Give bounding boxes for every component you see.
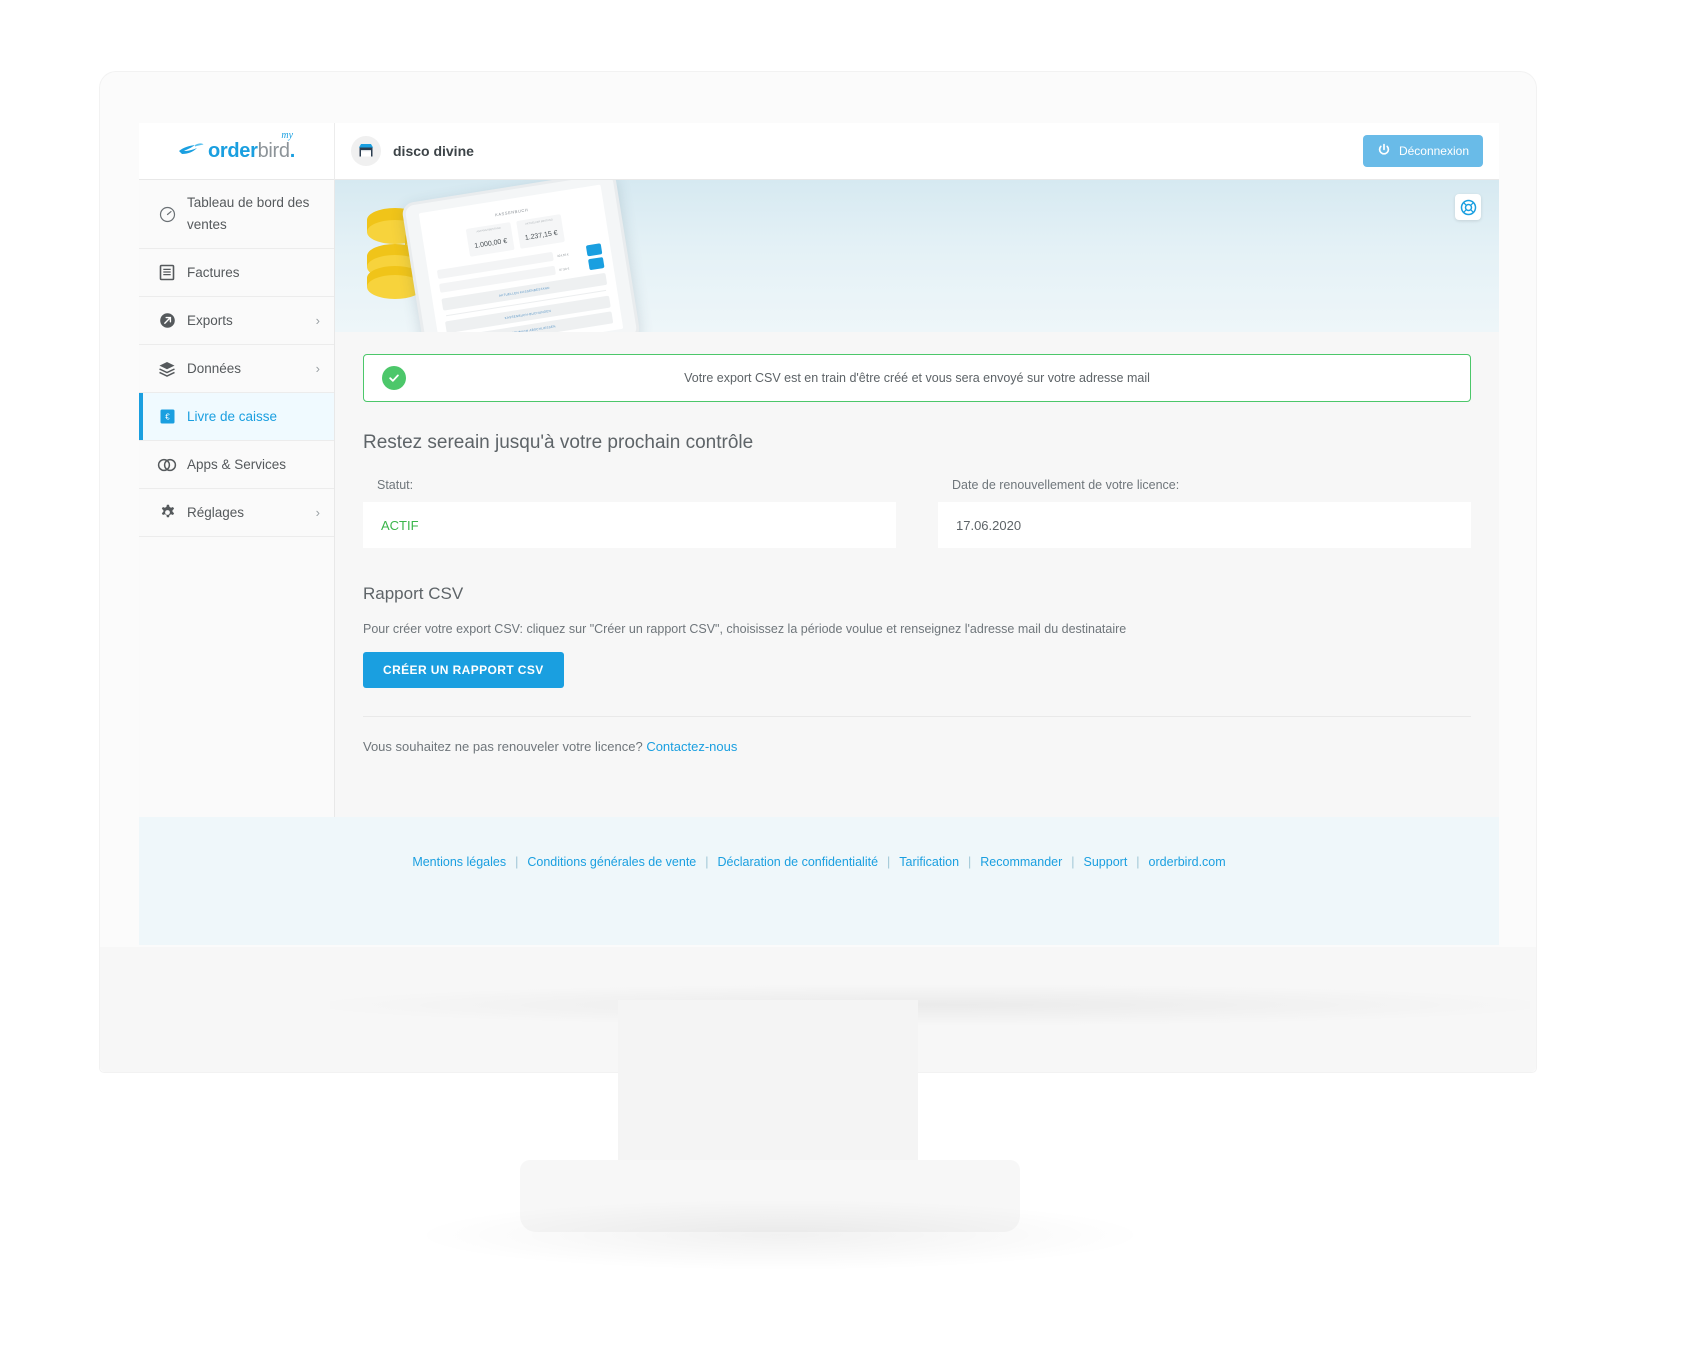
export-arrow-icon [157, 311, 177, 331]
hero-banner: KASSENBUCH ANFANGSBESTAND 1.000,00 € AKT… [335, 180, 1499, 332]
main-panel: Votre export CSV est en train d'être cré… [335, 332, 1499, 754]
svg-text:€: € [165, 412, 170, 421]
chevron-right-icon: › [315, 313, 320, 328]
sidebar-item-livre-de-caisse[interactable]: € Livre de caisse [139, 393, 334, 441]
stand-shadow [420, 1200, 1140, 1270]
sidebar-item-label: Données [187, 360, 242, 376]
power-icon [1377, 143, 1391, 160]
footer-separator: | [515, 855, 519, 869]
status-badge: ACTIF [363, 502, 896, 548]
divider [363, 716, 1471, 717]
tablet-illustration: KASSENBUCH ANFANGSBESTAND 1.000,00 € AKT… [401, 180, 641, 332]
renewal-date-label: Date de renouvellement de votre licence: [952, 478, 1180, 492]
success-alert: Votre export CSV est en train d'être cré… [363, 354, 1471, 402]
renew-question-line: Vous souhaitez ne pas renouveler votre l… [363, 739, 1471, 754]
footer-separator: | [887, 855, 891, 869]
brand-dot: . [289, 139, 296, 162]
brand-my: my [281, 129, 294, 141]
tablet-row-income-value: 324,65 € [556, 251, 569, 258]
status-field: Statut: ACTIF [363, 478, 896, 548]
success-alert-message: Votre export CSV est en train d'être cré… [684, 371, 1150, 385]
screen-area: orderbird. my disco divine Déconnexion T… [139, 123, 1499, 945]
sidebar-item-label: Réglages [187, 504, 245, 520]
chevron-right-icon: › [315, 361, 320, 376]
footer-link-mentions-legales[interactable]: Mentions légales [412, 855, 506, 869]
sidebar-item-apps-services[interactable]: Apps & Services [139, 441, 334, 489]
logout-label: Déconnexion [1398, 144, 1469, 158]
footer: Mentions légales | Conditions générales … [139, 817, 1499, 945]
sidebar-item-reglages[interactable]: Réglages › [139, 489, 334, 537]
renewal-date-field: Date de renouvellement de votre licence:… [938, 478, 1471, 548]
tablet-amount-current-value: 1.237,15 € [524, 229, 559, 242]
brand-bird: bird [257, 139, 290, 162]
footer-link-tarification[interactable]: Tarification [899, 855, 959, 869]
tablet-amount-start-value: 1.000,00 € [473, 237, 508, 250]
sidebar-nav: Tableau de bord des ventes Factures Expo… [139, 180, 335, 817]
shop-name: disco divine [393, 143, 474, 159]
layers-icon [157, 359, 177, 379]
create-csv-report-button[interactable]: CRÉER UN RAPPORT CSV [363, 652, 564, 688]
license-fields: Statut: ACTIF Date de renouvellement de … [363, 478, 1471, 548]
lifebuoy-icon[interactable] [1455, 194, 1481, 220]
tablet-row-expense-value: 87,50 € [558, 265, 570, 272]
sidebar-item-label: Exports [187, 312, 233, 328]
bird-icon [178, 142, 204, 163]
brand-order: order [207, 139, 258, 162]
footer-links: Mentions légales | Conditions générales … [412, 855, 1225, 869]
monitor-shadow [330, 985, 1530, 1025]
footer-separator: | [705, 855, 709, 869]
chevron-right-icon: › [315, 505, 320, 520]
sidebar-item-exports[interactable]: Exports › [139, 297, 334, 345]
sidebar-item-label: Tableau de bord des ventes [187, 195, 310, 232]
sidebar-item-donnees[interactable]: Données › [139, 345, 334, 393]
gear-icon [157, 503, 177, 523]
renew-question-text: Vous souhaitez ne pas renouveler votre l… [363, 739, 643, 754]
footer-separator: | [968, 855, 972, 869]
page-title: Restez sereain jusqu'à votre prochain co… [363, 432, 754, 453]
brand-wordmark: orderbird. [208, 140, 295, 163]
sidebar-item-label: Livre de caisse [187, 408, 278, 424]
sidebar-item-label: Factures [187, 264, 240, 280]
monitor-frame: orderbird. my disco divine Déconnexion T… [100, 72, 1536, 1072]
tablet-amount-start-caption: ANFANGSBESTAND [476, 226, 501, 234]
csv-help-text: Pour créer votre export CSV: cliquez sur… [363, 622, 1127, 636]
footer-link-support[interactable]: Support [1084, 855, 1128, 869]
renewal-date-value: 17.06.2020 [938, 502, 1471, 548]
tablet-amount-start: ANFANGSBESTAND 1.000,00 € [465, 222, 515, 257]
footer-separator: | [1071, 855, 1075, 869]
shop-identity: disco divine [335, 136, 1363, 166]
sidebar-item-factures[interactable]: Factures [139, 249, 334, 297]
sidebar-item-label: Apps & Services [187, 456, 287, 472]
application-window: orderbird. my disco divine Déconnexion T… [139, 123, 1499, 945]
shop-icon [351, 136, 381, 166]
rings-icon [157, 455, 177, 475]
brand-logo[interactable]: orderbird. my [139, 123, 335, 180]
csv-section-title: Rapport CSV [363, 584, 464, 603]
status-label: Statut: [377, 478, 414, 492]
cashbook-icon: € [157, 407, 177, 427]
tablet-amount-current-caption: AKTUELLER BESTAND [525, 218, 554, 226]
footer-link-conditions-generales[interactable]: Conditions générales de vente [527, 855, 696, 869]
receipt-icon [157, 263, 177, 283]
footer-link-recommander[interactable]: Recommander [980, 855, 1062, 869]
gauge-icon [157, 204, 177, 224]
logout-button[interactable]: Déconnexion [1362, 135, 1483, 167]
tablet-amount-current: AKTUELLER BESTAND 1.237,15 € [516, 214, 566, 249]
footer-link-confidentialite[interactable]: Déclaration de confidentialité [718, 855, 879, 869]
footer-separator: | [1136, 855, 1140, 869]
footer-link-orderbird-com[interactable]: orderbird.com [1149, 855, 1226, 869]
top-bar: orderbird. my disco divine Déconnexion [139, 123, 1499, 180]
contact-us-link[interactable]: Contactez-nous [646, 739, 737, 754]
sidebar-item-dashboard[interactable]: Tableau de bord des ventes [139, 180, 334, 249]
monitor-stand-neck [618, 1000, 918, 1180]
